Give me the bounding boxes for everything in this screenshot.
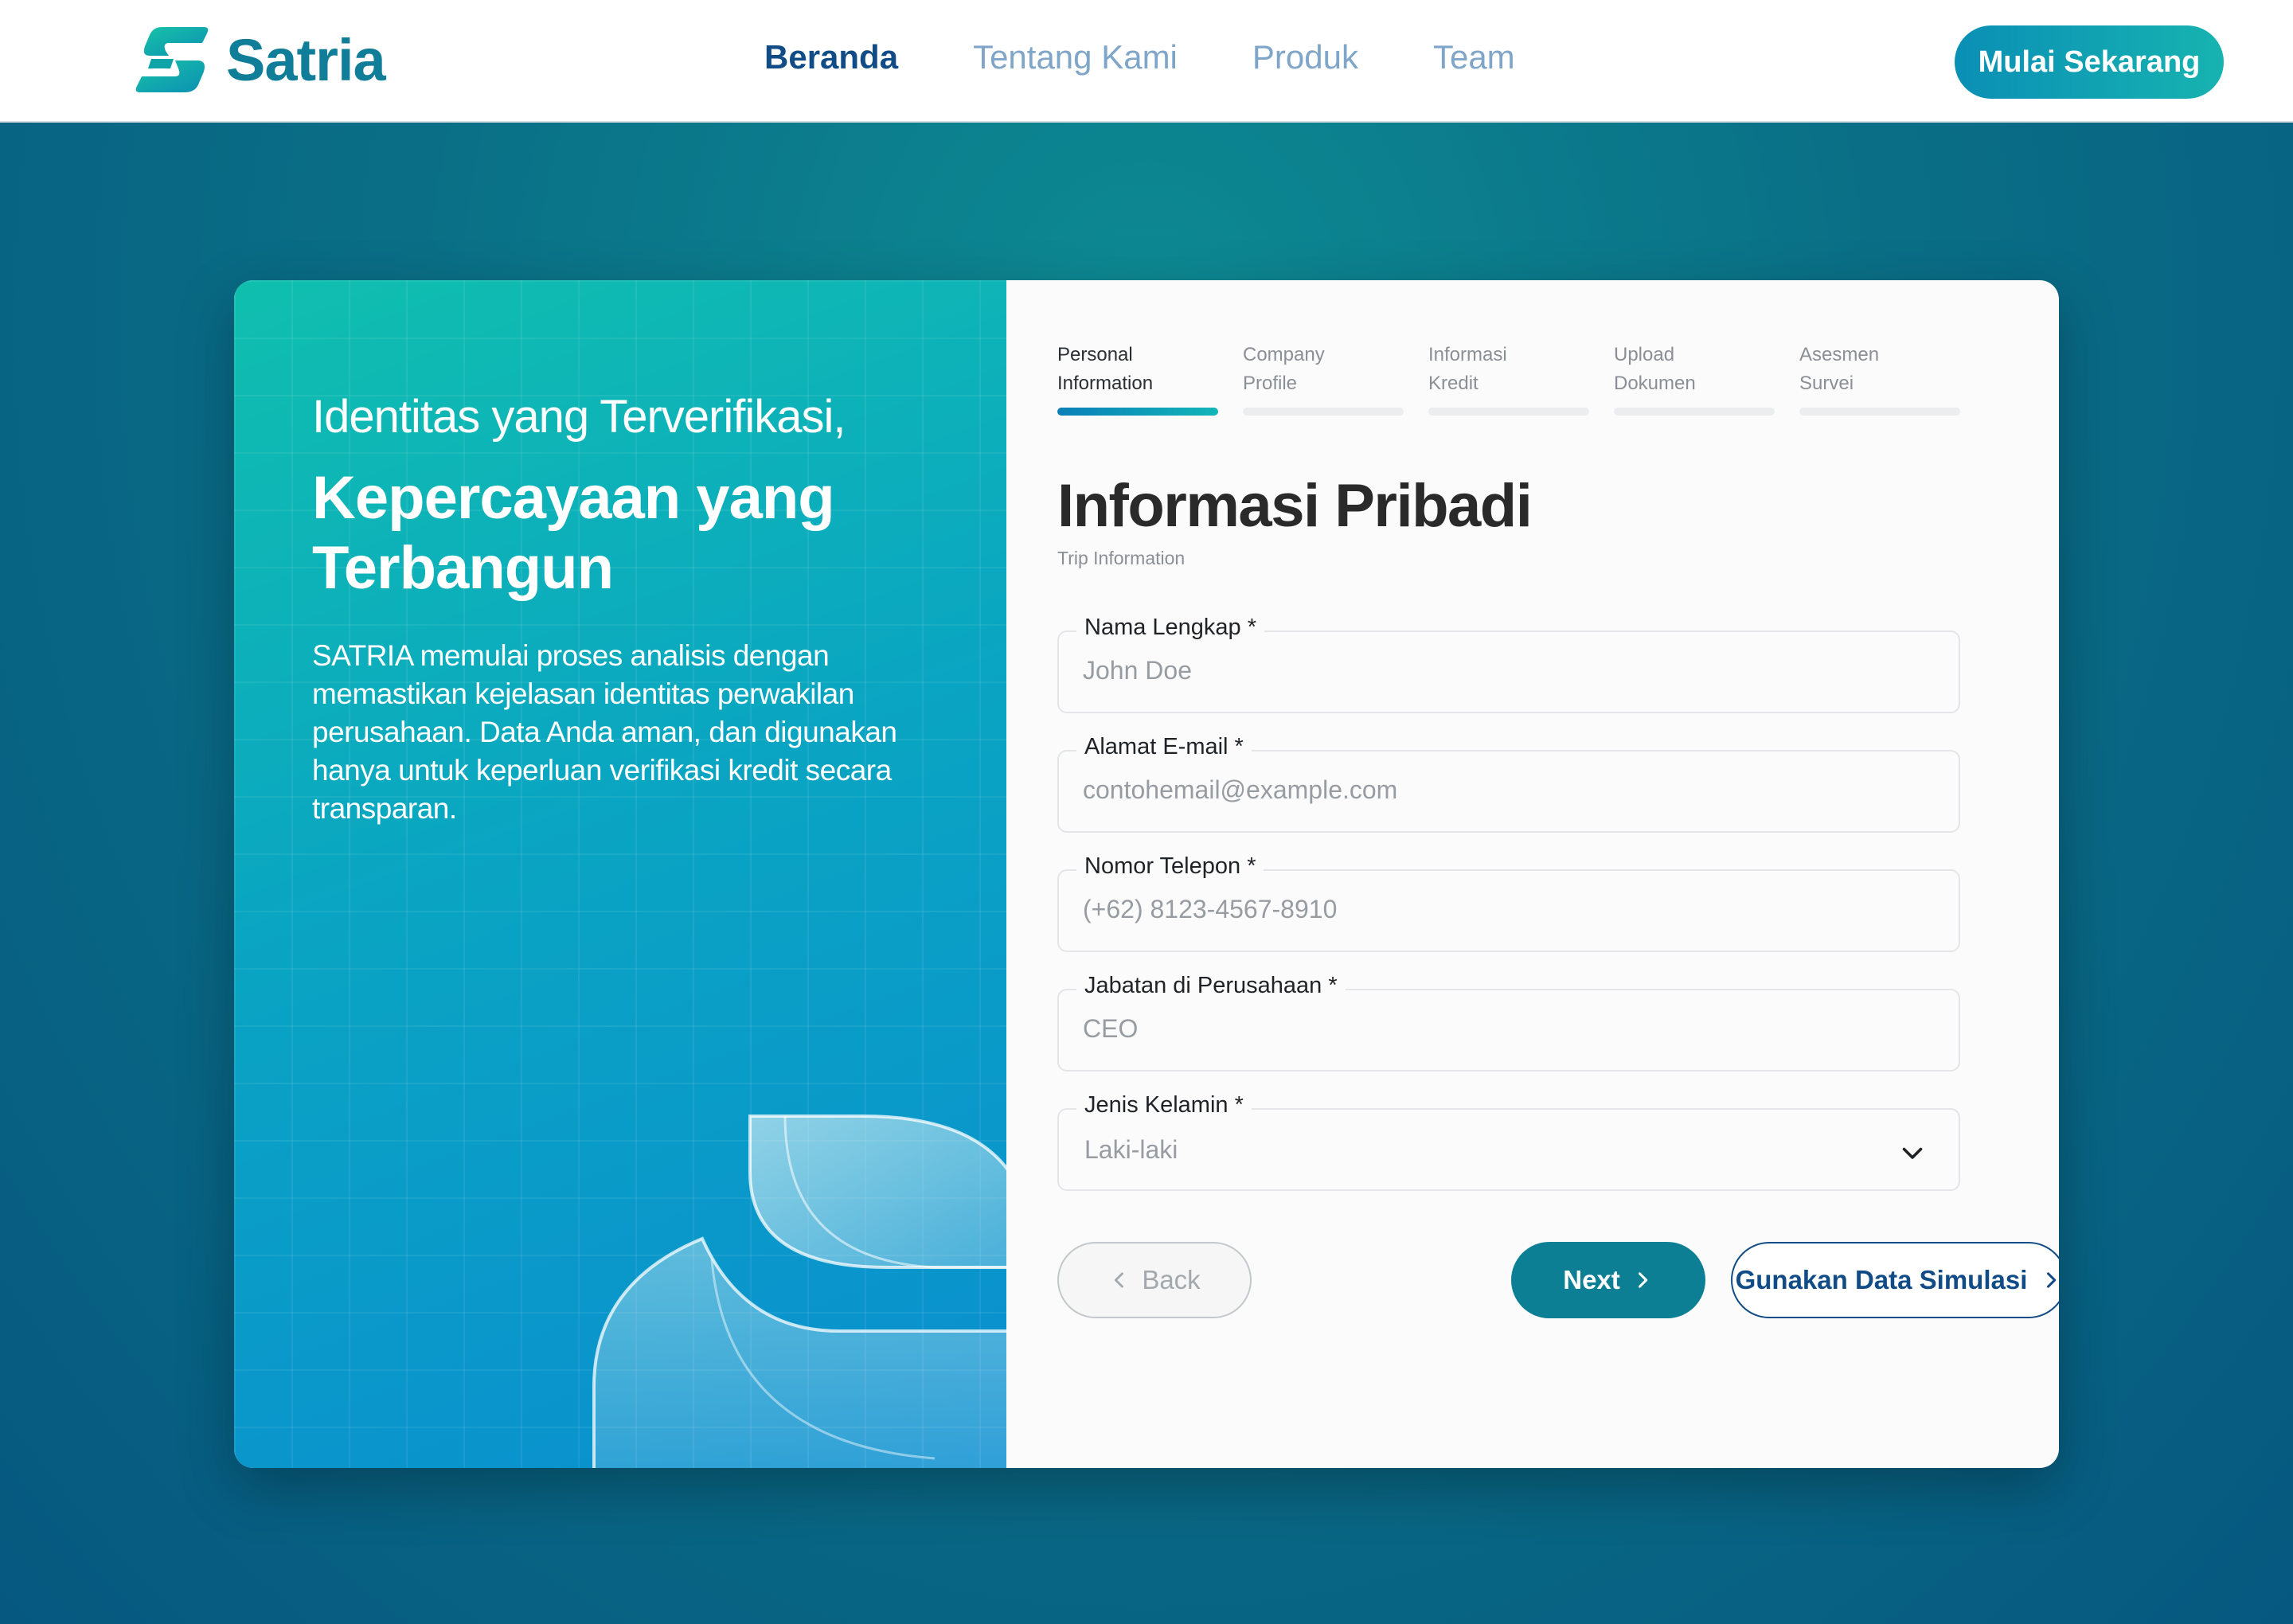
jabatan-label: Jabatan di Perusahaan * (1076, 973, 1346, 999)
chevron-down-icon[interactable] (1898, 1138, 1927, 1167)
step-bar (1614, 408, 1775, 416)
step-bar (1243, 408, 1404, 416)
step-upload-dokumen[interactable]: Upload Dokumen (1614, 341, 1775, 416)
step-label-line1: Asesmen (1799, 344, 1880, 365)
phone-label: Nomor Telepon * (1076, 853, 1264, 880)
hero-panel: Identitas yang Terverifikasi, Kepercayaa… (234, 280, 1006, 1468)
step-label-line2: Kredit (1428, 373, 1479, 394)
nav-link-team[interactable]: Team (1433, 38, 1515, 76)
step-label-line2: Dokumen (1614, 373, 1696, 394)
nama-lengkap-label: Nama Lengkap * (1076, 615, 1265, 641)
jenis-kelamin-select[interactable]: Jenis Kelamin * Laki-laki (1057, 1092, 1960, 1191)
step-label: Informasi Kredit (1428, 341, 1589, 404)
next-label: Next (1563, 1265, 1620, 1294)
email-label: Alamat E-mail * (1076, 734, 1252, 760)
email-input[interactable] (1083, 775, 1927, 805)
jabatan-field: Jabatan di Perusahaan * (1057, 973, 1960, 1072)
step-label: Upload Dokumen (1614, 341, 1775, 404)
gunakan-data-simulasi-button[interactable]: Gunakan Data Simulasi (1731, 1242, 2059, 1318)
nav-link-beranda[interactable]: Beranda (764, 38, 898, 76)
chevron-right-icon (1638, 1272, 1647, 1288)
form-title: Informasi Pribadi (1057, 472, 1533, 540)
step-label: Personal Information (1057, 341, 1218, 404)
email-field: Alamat E-mail * (1057, 734, 1960, 833)
jenis-kelamin-label: Jenis Kelamin * (1076, 1092, 1252, 1118)
nav-link-produk[interactable]: Produk (1252, 38, 1358, 76)
phone-field: Nomor Telepon * (1057, 853, 1960, 952)
step-informasi-kredit[interactable]: Informasi Kredit (1428, 341, 1589, 416)
step-label-line1: Informasi (1428, 344, 1507, 365)
step-asesmen-survei[interactable]: Asesmen Survei (1799, 341, 1960, 416)
nama-lengkap-input[interactable] (1083, 656, 1927, 685)
step-label-line2: Information (1057, 373, 1154, 394)
navbar: Satria Beranda Tentang Kami Produk Team … (0, 0, 2293, 123)
step-company-profile[interactable]: Company Profile (1243, 341, 1404, 416)
jenis-kelamin-value: Laki-laki (1084, 1135, 1178, 1164)
satria-logo-icon (135, 27, 209, 92)
step-label-line2: Profile (1243, 373, 1298, 394)
back-label: Back (1142, 1265, 1201, 1294)
progress-stepper: Personal Information Company Profile Inf… (1057, 341, 1960, 416)
chevron-left-icon (1115, 1272, 1124, 1288)
step-label-line1: Personal (1057, 344, 1133, 365)
simulate-label: Gunakan Data Simulasi (1735, 1265, 2028, 1294)
registration-card: Identitas yang Terverifikasi, Kepercayaa… (234, 280, 2059, 1468)
brand-name: Satria (226, 26, 386, 93)
nav-link-tentang-kami[interactable]: Tentang Kami (973, 38, 1178, 76)
step-label: Asesmen Survei (1799, 341, 1960, 404)
back-button[interactable]: Back (1057, 1242, 1252, 1318)
step-label-line2: Survei (1799, 373, 1854, 394)
main-nav: Beranda Tentang Kami Produk Team (764, 0, 1590, 115)
step-label-line1: Upload (1614, 344, 1675, 365)
mulai-sekarang-button[interactable]: Mulai Sekarang (1955, 25, 2224, 99)
brand-logo[interactable]: Satria (134, 24, 386, 96)
step-bar (1057, 408, 1218, 416)
step-personal-information[interactable]: Personal Information (1057, 341, 1218, 416)
next-button[interactable]: Next (1511, 1242, 1705, 1318)
step-bar (1428, 408, 1589, 416)
step-bar (1799, 408, 1960, 416)
phone-input[interactable] (1083, 895, 1927, 924)
chevron-right-icon (2047, 1272, 2057, 1288)
step-label-line1: Company (1243, 344, 1325, 365)
nama-lengkap-field: Nama Lengkap * (1057, 615, 1960, 713)
step-label: Company Profile (1243, 341, 1404, 404)
jabatan-input[interactable] (1083, 1014, 1927, 1044)
decorative-shapes (592, 1115, 1006, 1468)
form-subtitle: Trip Information (1057, 548, 1186, 568)
form-panel: Personal Information Company Profile Inf… (1006, 280, 2059, 1468)
